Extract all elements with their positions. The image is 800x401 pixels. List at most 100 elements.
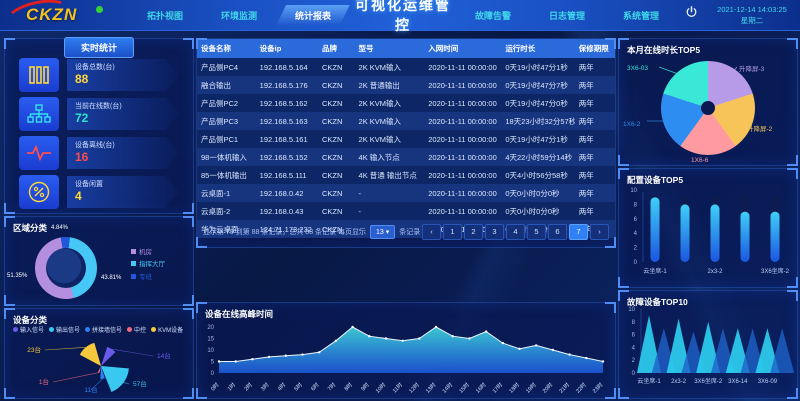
table-row[interactable]: 产品侧PC3192.168.5.163CKZN2K KVM输入2020-11-1… [197, 112, 615, 130]
peak-x-label: 0时 [209, 380, 221, 392]
stat-value: 72 [75, 111, 171, 125]
stat-label: 设备总数(台) [75, 62, 171, 72]
stat-card-pulse[interactable]: 设备离线(台)16 [19, 135, 179, 171]
table-cell: 两年 [575, 166, 615, 184]
legend-label: KVM设备 [158, 328, 183, 334]
realtime-stats-badge[interactable]: 实时统计 [64, 37, 134, 58]
legend-label: 拼接墙信号 [92, 328, 122, 334]
legend-swatch [131, 274, 136, 279]
table-row[interactable]: 融合输出192.168.5.176CKZN2K 普通输出2020-11-11 0… [197, 76, 615, 94]
power-button[interactable] [678, 6, 704, 24]
top5-config-bar-chart[interactable]: 0246810云坐席-12x3-23X6坐席-2 [621, 184, 795, 284]
peak-x-label: 22时 [574, 380, 588, 394]
config-bar[interactable] [681, 204, 690, 262]
legend-item-专班[interactable]: 专班 [131, 272, 165, 284]
table-header-型号[interactable]: 型号 [355, 39, 425, 58]
table-cell: 2020-11-11 00:00:00 [424, 112, 501, 130]
table-cell: 0天19小时47分0秒 [501, 94, 574, 112]
table-cell: - [355, 202, 425, 220]
top5-online-pie-chart[interactable] [661, 61, 755, 155]
fault-x-label: 2x3-2 [671, 379, 687, 385]
device-table-body: 产品侧PC4192.168.5.164CKZN2K KVM输入2020-11-1… [197, 58, 615, 238]
fault-triangle[interactable] [770, 328, 794, 373]
legend-item-KVM设备[interactable]: KVM设备 [151, 325, 183, 334]
peak-x-label: 20时 [540, 380, 554, 394]
page-button-4[interactable]: 4 [506, 224, 525, 240]
menu-系统管理[interactable]: 系统管理 [604, 5, 678, 26]
table-cell: 产品侧PC3 [197, 112, 256, 130]
rose-slice-KVM设备[interactable] [80, 343, 101, 366]
table-cell: CKZN [318, 112, 355, 130]
menu-日志管理[interactable]: 日志管理 [530, 5, 604, 26]
table-cell: 融合输出 [197, 76, 256, 94]
rose-slice-中控[interactable] [98, 366, 101, 373]
table-row[interactable]: 产品侧PC4192.168.5.164CKZN2K KVM输入2020-11-1… [197, 58, 615, 76]
page-button-7[interactable]: 7 [569, 224, 588, 240]
config-bar[interactable] [651, 197, 660, 262]
table-cell: 192.168.5.111 [256, 166, 318, 184]
table-cell: 两年 [575, 202, 615, 220]
table-header-运行时长[interactable]: 运行时长 [501, 39, 574, 58]
legend-item-指挥大厅[interactable]: 指挥大厅 [131, 259, 165, 271]
legend-item-中控[interactable]: 中控 [127, 325, 146, 334]
page-prev-button[interactable]: ‹ [422, 224, 441, 240]
brand-logo: CKZN [0, 0, 128, 30]
stat-card-server[interactable]: 设备总数(台)88 [19, 57, 179, 93]
fault-y-tick: 0 [632, 371, 636, 377]
config-bar[interactable] [741, 212, 750, 262]
bars-x-label: 2x3-2 [707, 269, 723, 275]
table-row[interactable]: 云桌面-1192.168.0.42CKZN-2020-11-11 00:00:0… [197, 184, 615, 202]
device-chart-legend: 输入信号输出信号 拼接墙信号中控 KVM设备 [13, 325, 189, 334]
region-donut-chart[interactable] [35, 237, 97, 299]
peak-x-label: 5时 [292, 380, 304, 392]
peak-x-label: 9时 [359, 380, 371, 392]
page-button-2[interactable]: 2 [464, 224, 483, 240]
region-slice-label: 4.84% [51, 225, 68, 231]
stat-strip: 设备总数(台)88 [67, 59, 179, 91]
table-row[interactable]: 云桌面-2192.168.0.43CKZN-2020-11-11 00:00:0… [197, 202, 615, 220]
device-table-head: 设备名称设备ip品牌型号入网时间运行时长保修期限 [197, 39, 615, 58]
table-cell: CKZN [318, 76, 355, 94]
config-bar[interactable] [771, 212, 780, 262]
page-button-3[interactable]: 3 [485, 224, 504, 240]
rose-slice-输入信号[interactable] [101, 347, 115, 366]
device-table: 设备名称设备ip品牌型号入网时间运行时长保修期限 产品侧PC4192.168.5… [197, 39, 615, 238]
table-cell: 两年 [575, 94, 615, 112]
fault-x-label: 云坐席-1 [637, 377, 661, 385]
menu-故障告警[interactable]: 故障告警 [456, 5, 530, 26]
table-row[interactable]: 产品侧PC1192.168.5.161CKZN2K KVM输入2020-11-1… [197, 130, 615, 148]
table-row[interactable]: 98一体机输入192.168.5.152CKZN4K 输入节点2020-11-1… [197, 148, 615, 166]
tab-拓扑视图[interactable]: 拓扑视图 [128, 5, 202, 26]
page-button-5[interactable]: 5 [527, 224, 546, 240]
legend-item-拼接墙信号[interactable]: 拼接墙信号 [85, 325, 122, 334]
fault-x-label: 3X6坐席-2 [694, 377, 723, 385]
device-rose-chart[interactable]: 14台57台11台1台23台 [5, 336, 193, 396]
stat-card-network[interactable]: 当前在线数(台)72 [19, 96, 179, 132]
rose-slice-输出信号[interactable] [101, 366, 129, 392]
stat-card-percent[interactable]: 设备闲置4 [19, 174, 179, 210]
tab-环境监测[interactable]: 环境监测 [202, 5, 276, 26]
table-row[interactable]: 85一体机输出192.168.5.111CKZN4K 普通 输出节点2020-1… [197, 166, 615, 184]
table-header-设备ip[interactable]: 设备ip [256, 39, 318, 58]
legend-item-输出信号[interactable]: 输出信号 [49, 325, 80, 334]
table-cell: CKZN [318, 130, 355, 148]
table-cell: 192.168.0.42 [256, 184, 318, 202]
page-button-6[interactable]: 6 [548, 224, 567, 240]
page-size-select[interactable]: 13 ▾ [370, 225, 395, 239]
top10-fault-triangle-chart[interactable]: 0246810云坐席-12x3-23X6坐席-23X6-143X6-09 [621, 305, 795, 395]
tab-统计报表[interactable]: 统计报表 [276, 5, 350, 26]
table-row[interactable]: 产品侧PC2192.168.5.162CKZN2K KVM输入2020-11-1… [197, 94, 615, 112]
table-header-品牌[interactable]: 品牌 [318, 39, 355, 58]
online-peak-area-chart[interactable]: 051015200时1时2时3时4时5时6时7时8时9时10时11时12时13时… [199, 317, 613, 397]
page-next-button[interactable]: › [590, 224, 609, 240]
page-button-1[interactable]: 1 [443, 224, 462, 240]
legend-item-输入信号[interactable]: 输入信号 [13, 325, 44, 334]
table-header-入网时间[interactable]: 入网时间 [424, 39, 501, 58]
legend-item-机房[interactable]: 机房 [131, 247, 165, 259]
bars-y-tick: 8 [634, 202, 638, 208]
config-bar[interactable] [711, 204, 720, 262]
table-cell: 2K 普通输出 [355, 76, 425, 94]
fault-y-tick: 2 [632, 358, 636, 364]
peak-x-label: 3时 [259, 380, 271, 392]
table-cell: 0天19小时47分1秒 [501, 58, 574, 76]
